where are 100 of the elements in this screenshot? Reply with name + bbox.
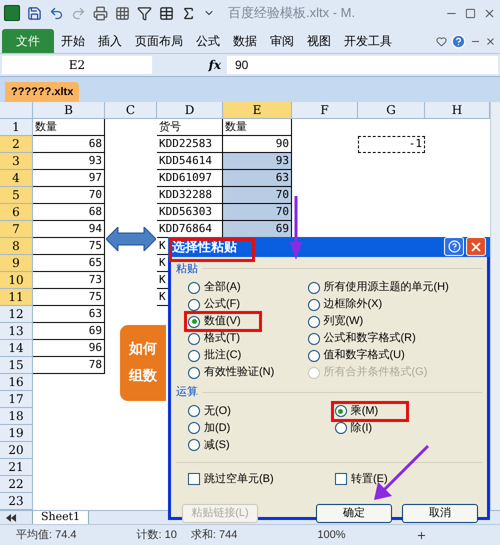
table-cell: KDD76864 bbox=[157, 221, 223, 238]
column-header[interactable]: G bbox=[358, 102, 425, 119]
row-header[interactable]: 6 bbox=[0, 204, 33, 221]
row-header[interactable]: 10 bbox=[0, 272, 33, 289]
help-icon[interactable] bbox=[451, 34, 466, 48]
ribbon-tab[interactable]: 页面布局 bbox=[129, 29, 189, 53]
row-header[interactable]: 9 bbox=[0, 255, 33, 272]
column-header[interactable]: C bbox=[105, 102, 157, 119]
table-cell: 75 bbox=[33, 238, 105, 255]
filter-icon[interactable] bbox=[137, 6, 152, 20]
close-icon bbox=[469, 240, 483, 254]
formula-field[interactable]: 90 bbox=[227, 56, 498, 74]
column-header[interactable]: F bbox=[292, 102, 358, 119]
row-header[interactable]: 20 bbox=[0, 442, 33, 459]
help-icon bbox=[448, 240, 460, 254]
table-cell: 货号 bbox=[157, 119, 223, 136]
radio-button[interactable] bbox=[308, 282, 320, 294]
radio-button[interactable] bbox=[188, 332, 200, 344]
radio-button[interactable] bbox=[188, 316, 200, 328]
workbook-tab[interactable]: ??????.xltx bbox=[5, 82, 80, 102]
row-header[interactable]: 12 bbox=[0, 306, 33, 323]
radio-button[interactable] bbox=[334, 422, 347, 434]
row-header[interactable]: 8 bbox=[0, 238, 33, 255]
checkbox[interactable] bbox=[188, 473, 200, 485]
row-header[interactable]: 22 bbox=[0, 476, 33, 493]
copied-cell: -1 bbox=[358, 136, 425, 153]
row-header[interactable]: 18 bbox=[0, 408, 33, 425]
table-cell: KDD32288 bbox=[157, 187, 223, 204]
table-cell: 68 bbox=[33, 136, 105, 153]
row-header[interactable]: 1 bbox=[0, 119, 33, 136]
dialog-button[interactable]: 取消 bbox=[402, 504, 478, 522]
table-cell: 63 bbox=[33, 306, 105, 323]
status-zoom[interactable]: 100% bbox=[317, 526, 346, 544]
radio-button[interactable] bbox=[334, 405, 347, 417]
radio-button[interactable] bbox=[188, 439, 200, 451]
row-header[interactable]: 19 bbox=[0, 425, 33, 442]
row-header[interactable]: 15 bbox=[0, 357, 33, 374]
row-header[interactable]: 14 bbox=[0, 340, 33, 357]
file-tab[interactable]: 文件 bbox=[2, 29, 54, 53]
radio-button[interactable] bbox=[188, 422, 200, 434]
row-header[interactable]: 17 bbox=[0, 391, 33, 408]
radio-button[interactable] bbox=[308, 316, 320, 328]
ribbon-tab[interactable]: 开始 bbox=[55, 29, 91, 53]
column-header[interactable]: B bbox=[33, 102, 105, 119]
ribbon-tab[interactable]: 公式 bbox=[190, 29, 226, 53]
name-box[interactable]: E2 bbox=[2, 56, 152, 74]
row-header[interactable]: 11 bbox=[0, 289, 33, 306]
ribbon-tab[interactable]: 审阅 bbox=[264, 29, 300, 53]
card-text: 组数 bbox=[129, 367, 157, 386]
row-header[interactable]: 13 bbox=[0, 323, 33, 340]
option-label: 边框除外(X) bbox=[324, 297, 382, 312]
radio-button[interactable] bbox=[188, 282, 200, 294]
close-button[interactable] bbox=[466, 237, 486, 256]
undo-icon[interactable] bbox=[49, 6, 64, 20]
row-header[interactable]: 5 bbox=[0, 187, 33, 204]
grid-icon[interactable] bbox=[115, 6, 130, 20]
option-label: 所有使用源主题的单元(H) bbox=[324, 280, 449, 296]
sum-icon[interactable] bbox=[181, 6, 196, 20]
row-header[interactable]: 23 bbox=[0, 493, 33, 510]
save-icon[interactable] bbox=[27, 6, 42, 20]
radio-button[interactable] bbox=[188, 405, 200, 417]
close-icon[interactable] bbox=[485, 36, 496, 46]
ribbon-tab[interactable]: 视图 bbox=[301, 29, 337, 53]
sheet-tab[interactable]: Sheet1 bbox=[32, 510, 90, 524]
maximize-icon[interactable] bbox=[465, 8, 476, 18]
radio-button[interactable] bbox=[188, 366, 200, 378]
column-header[interactable]: E bbox=[223, 102, 292, 119]
row-header[interactable]: 3 bbox=[0, 153, 33, 170]
table-cell: 69 bbox=[33, 323, 105, 340]
row-header[interactable]: 7 bbox=[0, 221, 33, 238]
zoom-in-icon[interactable] bbox=[416, 530, 426, 540]
column-header[interactable]: D bbox=[157, 102, 223, 119]
heart-icon[interactable] bbox=[436, 36, 447, 46]
radio-button[interactable] bbox=[188, 350, 200, 362]
ribbon-tab[interactable]: 数据 bbox=[227, 29, 263, 53]
vertical-scrollbar[interactable] bbox=[490, 102, 500, 510]
table-cell: 65 bbox=[33, 255, 105, 272]
help-button[interactable] bbox=[444, 237, 464, 256]
ribbon-tab[interactable]: 插入 bbox=[92, 29, 128, 53]
table-cell: 68 bbox=[33, 204, 105, 221]
column-header[interactable]: H bbox=[425, 102, 490, 119]
radio-button[interactable] bbox=[188, 298, 200, 310]
row-header[interactable]: 4 bbox=[0, 170, 33, 187]
ribbon-tab[interactable]: 开发工具 bbox=[338, 29, 398, 53]
status-average: 平均值: 74.4 bbox=[16, 528, 77, 543]
sheet-nav-icon[interactable] bbox=[6, 514, 16, 522]
checkbox[interactable] bbox=[335, 473, 347, 485]
row-header[interactable]: 21 bbox=[0, 459, 33, 476]
radio-button[interactable] bbox=[308, 332, 320, 344]
row-header[interactable]: 2 bbox=[0, 136, 33, 153]
fx-label[interactable]: fx bbox=[152, 56, 227, 74]
radio-button[interactable] bbox=[308, 350, 320, 362]
table-icon[interactable] bbox=[159, 6, 174, 20]
row-header[interactable]: 16 bbox=[0, 374, 33, 391]
dialog-button[interactable]: 确定 bbox=[316, 504, 392, 522]
radio-button[interactable] bbox=[308, 298, 320, 310]
table-cell: 97 bbox=[33, 170, 105, 187]
close-icon[interactable] bbox=[483, 6, 496, 20]
print-preview-icon[interactable] bbox=[93, 6, 108, 20]
table-cell: 63 bbox=[223, 170, 292, 187]
